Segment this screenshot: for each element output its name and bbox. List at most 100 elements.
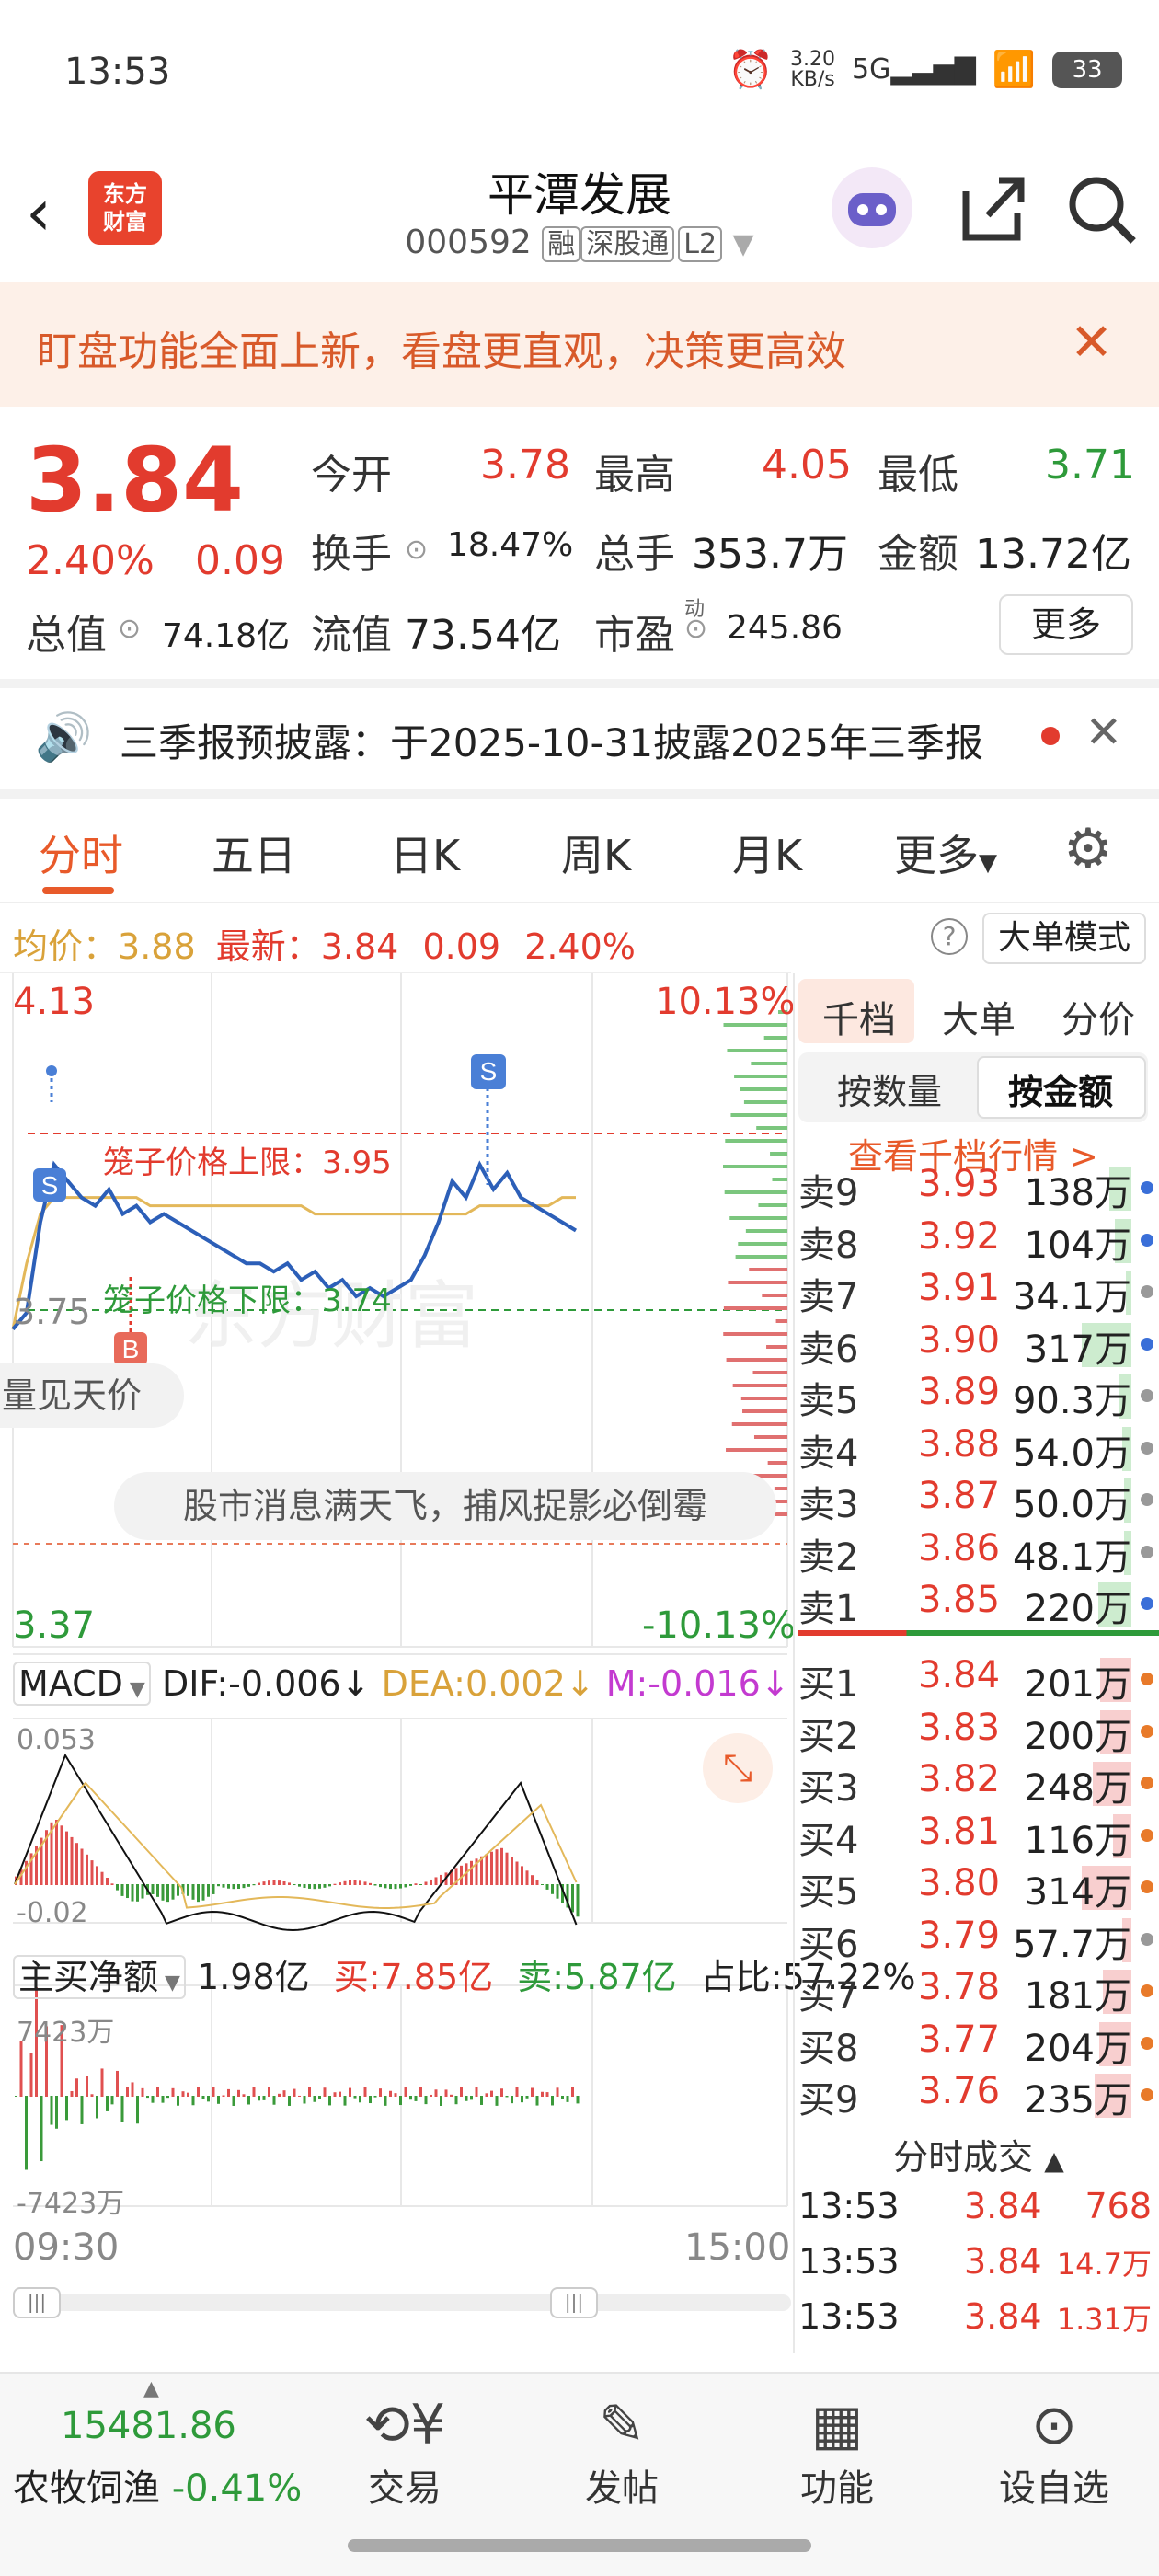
add-watchlist-button[interactable]: ⊙ 设自选 [981, 2392, 1128, 2512]
flow-bar [201, 2096, 205, 2099]
flow-selector[interactable]: 主买净额 ▼ [13, 1955, 186, 1999]
level-price: 3.79 [918, 1914, 1001, 1957]
hint-bubble[interactable]: 量见天价 [0, 1363, 184, 1428]
level-label: 买6 [798, 1923, 859, 1966]
marker-dot [46, 1065, 57, 1076]
open-value: 3.78 [480, 442, 570, 489]
orderbook-row[interactable]: 卖9 3.93 138万 [798, 1163, 1159, 1214]
expand-up-icon[interactable]: ▲ [143, 2377, 159, 2400]
orderbook-row[interactable]: 买7 3.78 181万 [798, 1966, 1159, 2018]
flow-bar [414, 2096, 418, 2101]
tab-daily-k[interactable]: 日K [390, 822, 460, 883]
segment-by-quantity[interactable]: 按数量 [837, 1064, 942, 1114]
tab-intraday[interactable]: 分时 [39, 822, 123, 883]
flow-bar [389, 2090, 392, 2097]
macd-bar [136, 1884, 139, 1902]
tag-hk-connect: 深股通 [580, 226, 675, 262]
range-handle-right[interactable]: ||| [550, 2287, 598, 2318]
level-dot [1141, 2088, 1153, 2101]
dropdown-icon[interactable]: ▼ [733, 228, 754, 260]
orderbook-row[interactable]: 卖5 3.89 90.3万 [798, 1371, 1159, 1422]
tab-thousand-levels[interactable]: 千档 [822, 990, 896, 1043]
orderbook-row[interactable]: 买6 3.79 57.7万 [798, 1915, 1159, 1966]
status-icons: ⏰ 3.20 KB/s 5G▂▃▅▇ 📶 33 [728, 48, 1122, 91]
flow-bar [232, 2096, 235, 2106]
orderbook-row[interactable]: 卖4 3.88 54.0万 [798, 1423, 1159, 1475]
macd-bar [328, 1884, 331, 1887]
orderbook-row[interactable]: 卖1 3.85 220万 [798, 1579, 1159, 1630]
macd-bar [222, 1884, 225, 1888]
orderbook-row[interactable]: 卖6 3.90 317万 [798, 1319, 1159, 1371]
functions-button[interactable]: ▦ 功能 [763, 2392, 911, 2512]
macd-bar [106, 1878, 109, 1885]
info-icon[interactable]: ⊙ [684, 613, 707, 645]
flow-bar [399, 2096, 402, 2106]
orderbook-row[interactable]: 买8 3.77 204万 [798, 2018, 1159, 2070]
news-ticker[interactable]: 三季报预披露：于2025-10-31披露2025年三季报 [120, 712, 983, 768]
macd-bar [242, 1884, 246, 1889]
macd-selector[interactable]: MACD ▼ [13, 1662, 151, 1706]
help-icon[interactable]: ? [931, 918, 968, 955]
macd-bar [515, 1861, 519, 1885]
tab-monthly-k[interactable]: 月K [732, 822, 802, 883]
macd-bar [505, 1852, 509, 1885]
orderbook-row[interactable]: 买2 3.83 200万 [798, 1707, 1159, 1758]
flow-bar [359, 2096, 361, 2103]
macd-bar [434, 1877, 438, 1885]
robot-assistant-icon[interactable] [828, 164, 916, 252]
info-icon[interactable]: ⊙ [118, 613, 141, 645]
search-icon[interactable] [1058, 164, 1146, 252]
close-icon[interactable]: ✕ [1085, 707, 1122, 758]
orderbook-row[interactable]: 买4 3.81 116万 [798, 1811, 1159, 1862]
orderbook-row[interactable]: 买9 3.76 235万 [798, 2070, 1159, 2122]
trade-time: 13:53 [798, 2186, 900, 2226]
range-handle-left[interactable]: ||| [13, 2287, 61, 2318]
index-row[interactable]: 农牧饲渔 -0.41% [13, 2458, 302, 2512]
expand-icon[interactable]: ⤡ [703, 1733, 773, 1803]
depth-bar [758, 1203, 787, 1207]
flow-bottom-label: -7423万 [17, 2188, 125, 2220]
trade-button[interactable]: ⟲¥ 交易 [331, 2392, 478, 2512]
big-order-mode-button[interactable]: 大单模式 [982, 913, 1146, 964]
tab-price-dist[interactable]: 分价 [1061, 990, 1135, 1043]
orderbook-row[interactable]: 卖7 3.91 34.1万 [798, 1267, 1159, 1318]
grid-icon: ▦ [810, 2393, 864, 2457]
orderbook-row[interactable]: 卖3 3.87 50.0万 [798, 1475, 1159, 1526]
segment-by-amount[interactable]: 按金额 [1008, 1064, 1113, 1114]
tab-more[interactable]: 更多▼ [894, 822, 997, 883]
post-label: 发帖 [585, 2467, 659, 2510]
home-indicator[interactable] [348, 2539, 811, 2552]
tip-bubble[interactable]: 股市消息满天飞，捕风捉影必倒霉 [114, 1472, 776, 1540]
settings-gear-icon[interactable]: ⚙ [1063, 817, 1113, 881]
macd-bar [414, 1883, 418, 1885]
flow-bar [379, 2088, 382, 2097]
trade-time: 13:53 [798, 2296, 900, 2337]
level-label: 买4 [798, 1819, 859, 1862]
trades-title[interactable]: 分时成交 ▲ [798, 2129, 1159, 2179]
tab-big-orders[interactable]: 大单 [942, 990, 1016, 1043]
orderbook-row[interactable]: 买3 3.82 248万 [798, 1758, 1159, 1810]
orderbook-row[interactable]: 卖2 3.86 48.1万 [798, 1527, 1159, 1579]
tag-l2: L2 [678, 226, 723, 262]
orderbook-row[interactable]: 买1 3.84 201万 [798, 1654, 1159, 1706]
close-icon[interactable]: ✕ [1070, 313, 1113, 373]
buy-marker-b-label: B [122, 1335, 140, 1363]
info-icon[interactable]: ⊙ [405, 534, 428, 566]
flow-bar [141, 2087, 144, 2097]
level-label: 买8 [798, 2027, 859, 2070]
post-button[interactable]: ✎ 发帖 [548, 2392, 695, 2512]
time-range-track[interactable] [13, 2294, 791, 2311]
macd-bar [470, 1860, 473, 1885]
flow-bar [454, 2096, 458, 2105]
last-value: 3.84 [320, 926, 399, 967]
orderbook-row[interactable]: 买5 3.80 314万 [798, 1862, 1159, 1914]
tab-weekly-k[interactable]: 周K [561, 822, 631, 883]
tab-five-day[interactable]: 五日 [212, 822, 296, 883]
flow-bar [272, 2096, 276, 2105]
more-button[interactable]: 更多 [999, 594, 1133, 655]
index-value[interactable]: 15481.86 [61, 2405, 236, 2447]
orderbook-row[interactable]: 卖8 3.92 104万 [798, 1215, 1159, 1267]
index-name: 农牧饲渔 [13, 2467, 160, 2510]
macd-bar [389, 1884, 392, 1890]
share-icon[interactable] [947, 164, 1036, 252]
